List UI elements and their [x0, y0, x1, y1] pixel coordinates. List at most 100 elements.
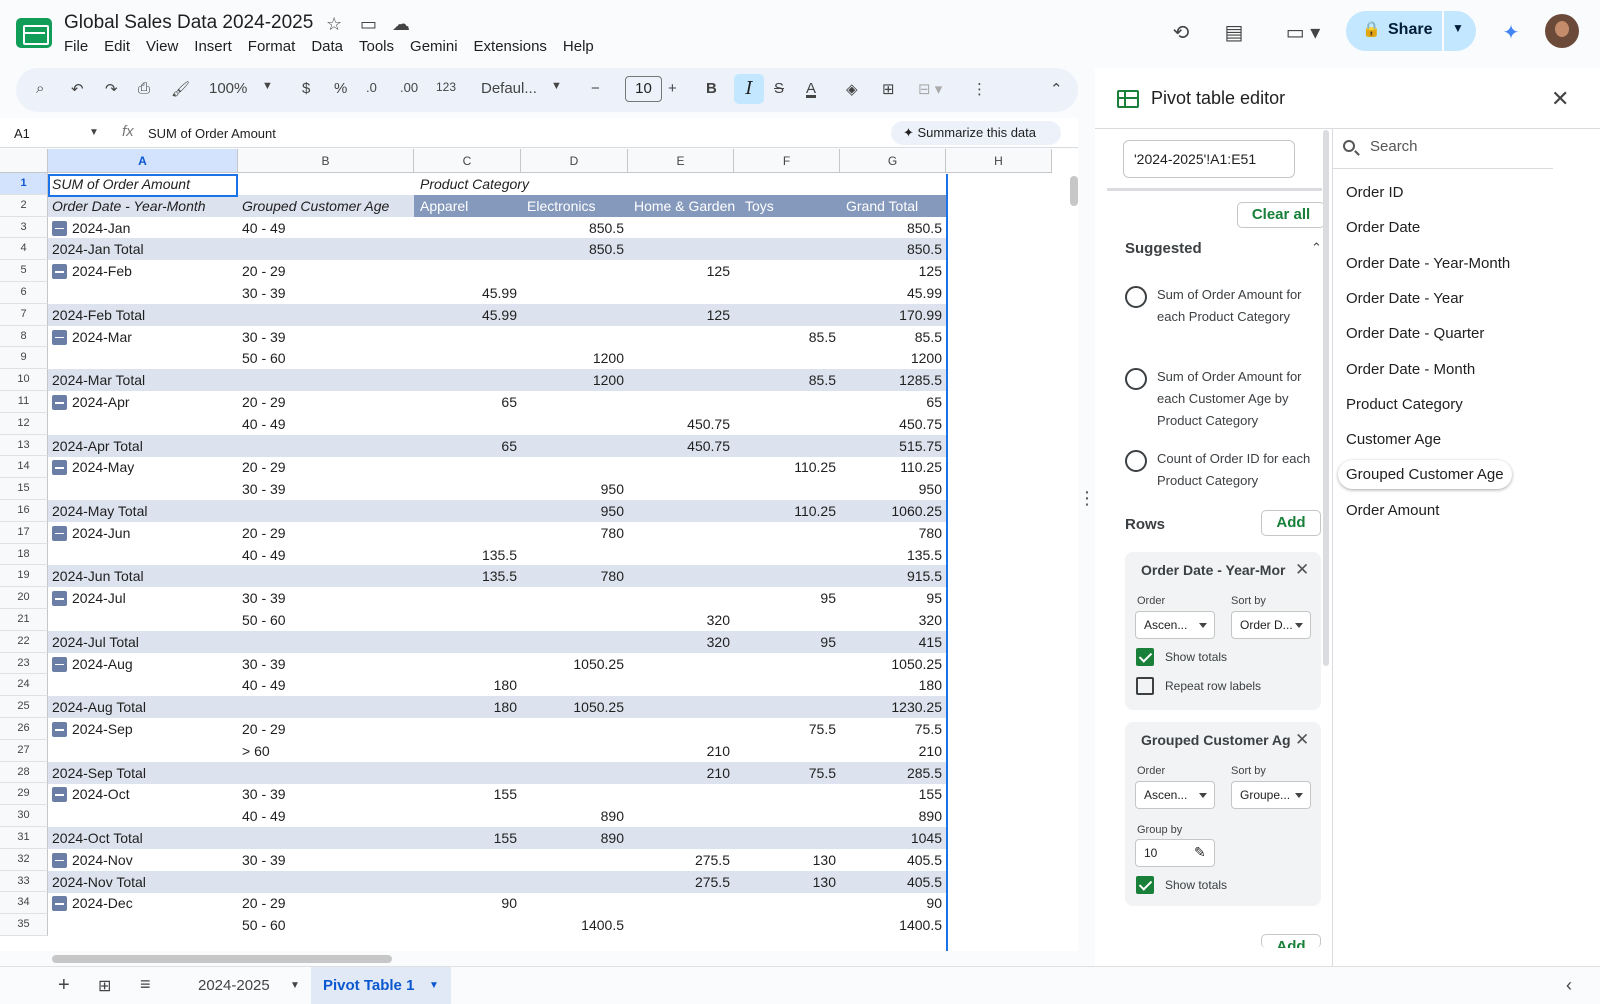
- collapse-group-icon[interactable]: [52, 656, 67, 672]
- value-cell[interactable]: 135.5: [397, 565, 517, 587]
- value-cell[interactable]: Toys: [745, 195, 774, 217]
- field-item[interactable]: Product Category: [1346, 396, 1463, 413]
- value-cell[interactable]: 850.5: [822, 217, 942, 239]
- name-box[interactable]: A1: [14, 126, 30, 141]
- row-header[interactable]: 8: [0, 325, 48, 348]
- age-group-cell[interactable]: 20 - 29: [242, 260, 286, 282]
- row-header[interactable]: 6: [0, 282, 48, 304]
- column-header-g[interactable]: G: [840, 149, 946, 173]
- row-header[interactable]: 20: [0, 587, 48, 609]
- sheet-tab-2024-2025[interactable]: 2024-2025 ▼: [180, 967, 304, 1004]
- value-cell[interactable]: 180: [822, 674, 942, 696]
- value-cell[interactable]: 90: [822, 892, 942, 914]
- row-label-cell[interactable]: 2024-May: [72, 456, 134, 478]
- value-cell[interactable]: 95: [716, 587, 836, 609]
- menu-help[interactable]: Help: [563, 38, 594, 55]
- value-cell[interactable]: 155: [397, 783, 517, 805]
- value-cell[interactable]: 75.5: [716, 718, 836, 740]
- close-icon[interactable]: ✕: [1551, 86, 1569, 112]
- value-cell[interactable]: 1200: [504, 347, 624, 369]
- zoom-dropdown-icon[interactable]: ▼: [262, 80, 273, 92]
- row-label-cell[interactable]: 2024-Apr: [72, 391, 130, 413]
- collapse-group-icon[interactable]: [52, 460, 67, 476]
- value-cell[interactable]: Electronics: [527, 195, 595, 217]
- meet-icon[interactable]: ▭ ▾: [1280, 20, 1326, 46]
- row-header[interactable]: 31: [0, 827, 48, 849]
- suggestion-text-3[interactable]: Count of Order ID for each Product Categ…: [1157, 448, 1317, 492]
- row-header[interactable]: 10: [0, 369, 48, 391]
- chevron-up-icon[interactable]: ⌃: [1311, 240, 1322, 256]
- value-cell[interactable]: 890: [504, 827, 624, 849]
- font-select[interactable]: Defaul...: [481, 80, 537, 97]
- value-cell[interactable]: 95: [822, 587, 942, 609]
- value-cell[interactable]: 210: [610, 762, 730, 784]
- field-item[interactable]: Customer Age: [1346, 431, 1441, 448]
- value-cell[interactable]: 950: [504, 500, 624, 522]
- collapse-group-icon[interactable]: [52, 329, 67, 345]
- field-item[interactable]: Order Date - Month: [1346, 361, 1475, 378]
- number-format-button[interactable]: 123: [436, 80, 456, 94]
- row-label-cell[interactable]: 2024-Jul: [72, 587, 126, 609]
- column-header-b[interactable]: B: [238, 149, 414, 173]
- value-cell[interactable]: 1050.25: [504, 696, 624, 718]
- print-icon[interactable]: ⎙: [138, 80, 150, 97]
- value-cell[interactable]: 850.5: [822, 238, 942, 260]
- panel-resize-handle[interactable]: ⋮: [1078, 489, 1096, 507]
- collapse-group-icon[interactable]: [52, 896, 67, 912]
- sort-by-select[interactable]: Order D...: [1231, 611, 1311, 639]
- value-cell[interactable]: 75.5: [716, 762, 836, 784]
- age-group-cell[interactable]: 30 - 39: [242, 587, 286, 609]
- borders-icon[interactable]: ⊞: [882, 80, 895, 98]
- row-label-cell[interactable]: Order Date - Year-Month: [52, 195, 206, 217]
- clear-all-button[interactable]: Clear all: [1237, 202, 1325, 228]
- value-cell[interactable]: 515.75: [822, 435, 942, 457]
- sheets-logo-icon[interactable]: [16, 18, 52, 48]
- more-options-icon[interactable]: ⋮: [972, 80, 987, 98]
- value-cell[interactable]: 275.5: [610, 849, 730, 871]
- column-header-c[interactable]: C: [414, 149, 521, 173]
- formula-input[interactable]: SUM of Order Amount: [148, 126, 276, 141]
- value-cell[interactable]: 135.5: [397, 544, 517, 566]
- field-item[interactable]: Grouped Customer Age: [1338, 460, 1512, 490]
- row-header[interactable]: 19: [0, 565, 48, 588]
- row-label-cell[interactable]: 2024-Mar: [72, 326, 132, 348]
- value-cell[interactable]: 125: [610, 260, 730, 282]
- increase-font-size-icon[interactable]: +: [668, 80, 677, 97]
- row-label-cell[interactable]: 2024-Feb: [72, 260, 132, 282]
- document-title[interactable]: Global Sales Data 2024-2025: [64, 12, 313, 34]
- collapse-sidebar-icon[interactable]: ‹: [1566, 975, 1572, 996]
- value-cell[interactable]: 780: [822, 522, 942, 544]
- row-header[interactable]: 12: [0, 412, 48, 435]
- row-header[interactable]: 29: [0, 783, 48, 806]
- value-cell[interactable]: 1400.5: [822, 914, 942, 936]
- move-folder-icon[interactable]: ▭: [360, 14, 377, 35]
- sheet-list-icon[interactable]: ≡: [140, 974, 151, 995]
- menu-edit[interactable]: Edit: [104, 38, 130, 55]
- text-color-button[interactable]: A: [806, 80, 816, 97]
- field-item[interactable]: Order Date - Year: [1346, 290, 1464, 307]
- value-cell[interactable]: 85.5: [716, 369, 836, 391]
- row-header[interactable]: 24: [0, 674, 48, 697]
- row-header[interactable]: 14: [0, 456, 48, 479]
- age-group-cell[interactable]: 30 - 39: [242, 783, 286, 805]
- value-cell[interactable]: 405.5: [822, 871, 942, 893]
- age-group-cell[interactable]: 40 - 49: [242, 217, 286, 239]
- vertical-scrollbar[interactable]: [1070, 176, 1078, 206]
- value-cell[interactable]: 1045: [822, 827, 942, 849]
- row-label-cell[interactable]: 2024-Jul Total: [52, 631, 139, 653]
- row-header[interactable]: 4: [0, 238, 48, 261]
- fill-color-icon[interactable]: ◈: [846, 80, 858, 98]
- value-cell[interactable]: 1285.5: [822, 369, 942, 391]
- row-header[interactable]: 16: [0, 500, 48, 522]
- row-label-cell[interactable]: 2024-Aug Total: [52, 696, 146, 718]
- value-cell[interactable]: 1200: [822, 347, 942, 369]
- row-header[interactable]: 17: [0, 521, 48, 544]
- show-totals-checkbox[interactable]: [1136, 648, 1154, 666]
- suggestion-radio-2[interactable]: [1125, 368, 1147, 390]
- strikethrough-button[interactable]: S: [774, 80, 784, 97]
- value-cell[interactable]: Home & Garden: [634, 195, 735, 217]
- menu-file[interactable]: File: [64, 38, 88, 55]
- value-cell[interactable]: 210: [610, 740, 730, 762]
- remove-field-icon[interactable]: ✕: [1295, 730, 1309, 750]
- column-header-e[interactable]: E: [628, 149, 734, 173]
